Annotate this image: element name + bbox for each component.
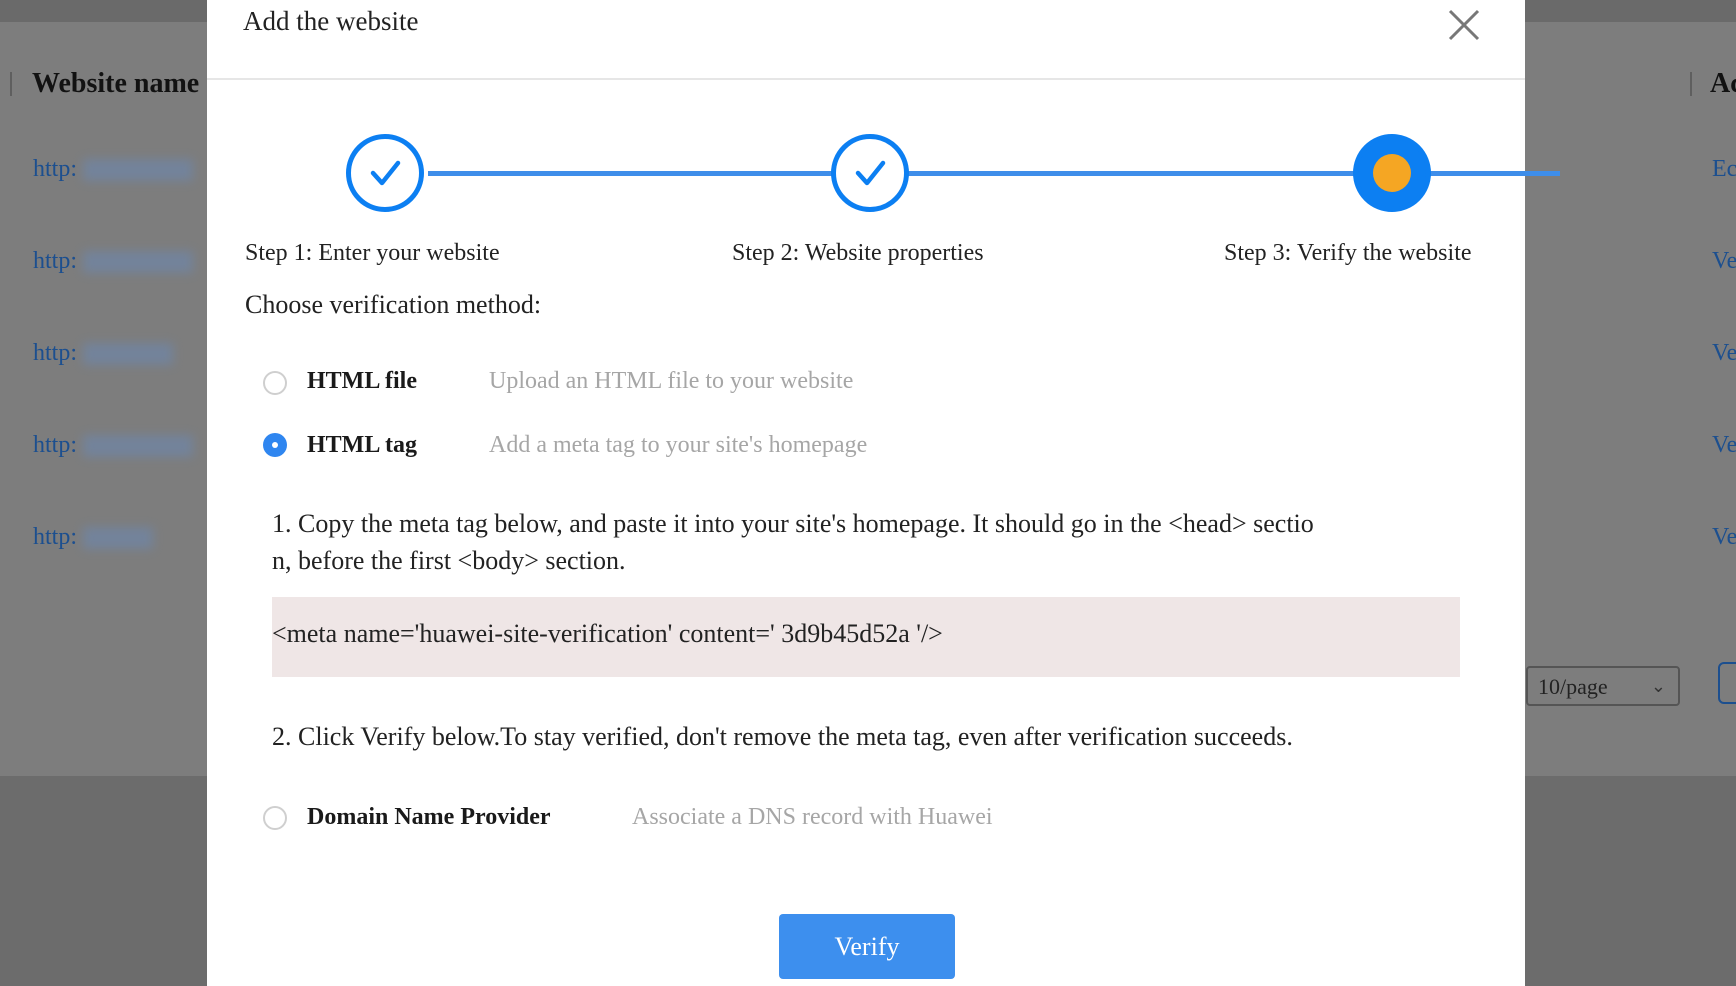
domain-provider-label[interactable]: Domain Name Provider xyxy=(307,804,551,831)
verify-button[interactable]: Verify xyxy=(779,914,955,979)
column-separator xyxy=(10,72,12,96)
table-row-action[interactable]: Ve xyxy=(1712,248,1736,275)
step-1-label: Step 1: Enter your website xyxy=(245,240,500,266)
table-row-action[interactable]: Ve xyxy=(1712,524,1736,551)
table-row-link[interactable]: http: xyxy=(33,156,194,183)
page-size-select[interactable]: 10/page ⌄ xyxy=(1526,666,1680,706)
domain-provider-radio[interactable] xyxy=(263,806,287,830)
column-separator xyxy=(1690,72,1692,96)
step-3-indicator xyxy=(1353,134,1431,212)
dialog-title: Add the website xyxy=(243,6,419,36)
html-tag-label[interactable]: HTML tag xyxy=(307,432,417,459)
instruction-step-1: 1. Copy the meta tag below, and paste it… xyxy=(272,505,1472,579)
step-1-indicator xyxy=(346,134,424,212)
check-icon xyxy=(855,160,886,186)
choose-method-label: Choose verification method: xyxy=(245,290,542,319)
check-icon xyxy=(370,160,401,186)
step-2-label: Step 2: Website properties xyxy=(732,240,984,266)
instruction-step-1-line1: 1. Copy the meta tag below, and paste it… xyxy=(272,509,1314,538)
dot-icon xyxy=(1373,154,1411,192)
step-2-indicator xyxy=(831,134,909,212)
table-row-action[interactable]: Ec xyxy=(1712,156,1736,183)
instruction-step-2: 2. Click Verify below.To stay verified, … xyxy=(272,722,1293,751)
page-size-value: 10/page xyxy=(1538,674,1608,699)
html-file-radio[interactable] xyxy=(263,371,287,395)
step-3-label: Step 3: Verify the website xyxy=(1224,240,1472,266)
html-file-label[interactable]: HTML file xyxy=(307,368,417,395)
column-header-website-name: Website name xyxy=(32,68,200,99)
dialog-header-divider xyxy=(207,78,1525,80)
table-row-action[interactable]: Ve xyxy=(1712,340,1736,367)
close-icon[interactable] xyxy=(1447,8,1481,42)
table-row-link[interactable]: http: xyxy=(33,524,154,551)
instruction-step-1-line2: n, before the first <body> section. xyxy=(272,546,626,575)
table-row-action[interactable]: Ve xyxy=(1712,432,1736,459)
chevron-down-icon: ⌄ xyxy=(1650,676,1666,696)
html-file-description: Upload an HTML file to your website xyxy=(489,368,854,394)
add-website-dialog: Add the website Step 1: Enter your websi… xyxy=(207,0,1560,986)
table-row-link[interactable]: http: xyxy=(33,432,194,459)
domain-provider-description: Associate a DNS record with Huawei xyxy=(632,804,993,830)
html-tag-description: Add a meta tag to your site's homepage xyxy=(489,432,868,458)
html-tag-radio[interactable] xyxy=(263,433,287,457)
column-header-actions: Ac xyxy=(1710,68,1736,99)
table-row-link[interactable]: http: xyxy=(33,248,194,275)
step-connector xyxy=(913,171,1560,176)
pagination-button[interactable] xyxy=(1718,662,1736,704)
table-row-link[interactable]: http: xyxy=(33,340,174,367)
meta-tag-box: <meta name='huawei-site-verification' co… xyxy=(272,597,1460,677)
meta-tag-code: <meta name='huawei-site-verification' co… xyxy=(272,619,943,648)
